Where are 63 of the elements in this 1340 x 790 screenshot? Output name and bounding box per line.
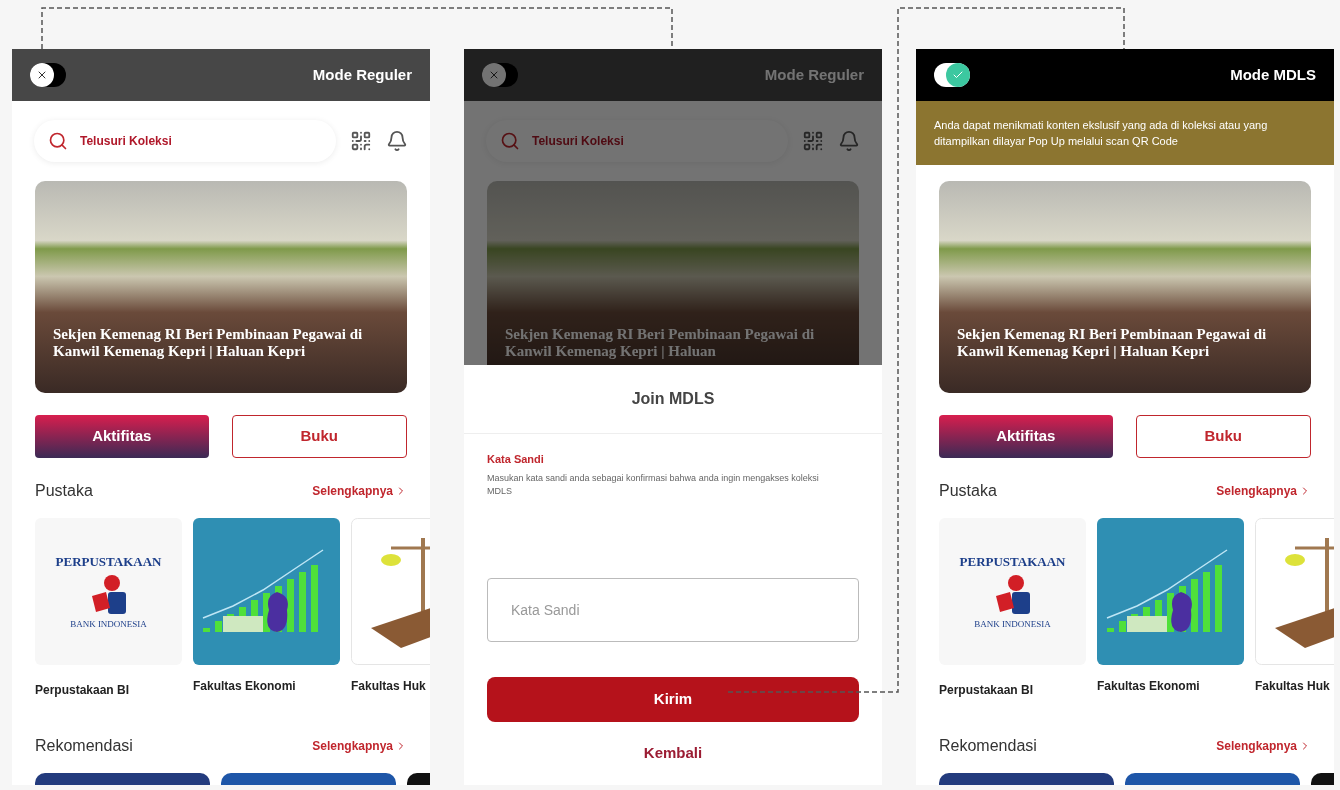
field-label: Kata Sandi: [487, 452, 545, 467]
mode-switch[interactable]: [30, 63, 66, 87]
notice-banner: Anda dapat menikmati konten ekslusif yang ada di koleksi atau yang ditampilkan dilayar Pop Up melalui scan QR Code: [916, 101, 1334, 165]
qr-code-icon[interactable]: [350, 130, 372, 152]
search-field[interactable]: Telusuri Koleksi: [34, 120, 336, 162]
bar-shape: [311, 565, 318, 632]
photo-placeholder[interactable]: Sekjen Kemenag RI Beri Pembinaan Pegawai di Kanwil Kemenag Kepri | Haluan: [487, 181, 859, 365]
library-label[interactable]: Perpustakaan BI: [939, 681, 1086, 699]
see-more-link[interactable]: Selengkapnya: [1216, 737, 1311, 755]
bar-shape: [1191, 579, 1198, 632]
close-icon: [36, 69, 48, 81]
mode-label: Mode Reguler: [764, 64, 864, 85]
library-label[interactable]: Fakultas Huk: [351, 677, 430, 695]
bar-shape: [1107, 628, 1114, 632]
news-title: Sekjen Kemenag RI Beri Pembinaan Pegawai di Kanwil Kemenag Kepri | Haluan Kepri: [53, 326, 363, 360]
see-more-link[interactable]: Selengkapnya: [312, 482, 407, 500]
category-tab[interactable]: Buku: [1135, 415, 1311, 458]
password-field[interactable]: Kata Sandi: [487, 577, 859, 642]
qr-code-icon[interactable]: [802, 130, 824, 152]
library-label[interactable]: Perpustakaan BI: [35, 681, 182, 699]
section-title: Pustaka: [939, 481, 997, 501]
photo-placeholder[interactable]: Sekjen Kemenag RI Beri Pembinaan Pegawai di Kanwil Kemenag Kepri | Haluan Kepri: [939, 181, 1311, 393]
library-logo: PERPUSTAKAAN BANK INDONESIA: [35, 518, 182, 665]
see-more-link[interactable]: Selengkapnya: [312, 737, 407, 755]
bar-shape: [215, 621, 222, 632]
news-title: Sekjen Kemenag RI Beri Pembinaan Pegawai di Kanwil Kemenag Kepri | Haluan Kepri: [957, 326, 1267, 360]
section-title: Rekomendasi: [35, 736, 133, 756]
photo-placeholder[interactable]: Sekjen Kemenag RI Beri Pembinaan Pegawai di Kanwil Kemenag Kepri | Haluan Kepri: [35, 181, 407, 393]
news-title: Sekjen Kemenag RI Beri Pembinaan Pegawai di Kanwil Kemenag Kepri | Haluan: [505, 326, 815, 360]
library-label[interactable]: Fakultas Ekonomi: [1097, 677, 1244, 695]
submit-button[interactable]: Kirim: [487, 676, 859, 722]
bar-shape: [1203, 572, 1210, 632]
library-label[interactable]: Fakultas Ekonomi: [193, 677, 340, 695]
section-title: Pustaka: [35, 481, 93, 501]
bar-shape: [287, 579, 294, 632]
money-bag-icon: [1171, 592, 1192, 632]
field-hint: Masukan kata sandi anda sebagai konfirmasi bahwa anda ingin mengakses koleksi MDLS: [487, 471, 820, 498]
search-icon: [500, 131, 520, 151]
check-icon: [952, 69, 964, 81]
back-button[interactable]: Kembali: [487, 735, 859, 772]
dialog-title: Join MDLS: [631, 389, 715, 409]
bar-shape: [1215, 565, 1222, 632]
cash-stack-icon: [1127, 616, 1167, 632]
category-tab[interactable]: Aktifitas: [35, 415, 209, 458]
bell-icon[interactable]: [386, 130, 408, 152]
category-tab[interactable]: Buku: [231, 415, 407, 458]
bar-shape: [203, 628, 210, 632]
mode-switch[interactable]: [482, 63, 518, 87]
search-icon: [48, 131, 68, 151]
mode-label: Mode MDLS: [1230, 64, 1316, 85]
mode-switch[interactable]: [934, 63, 970, 87]
mode-label: Mode Reguler: [312, 64, 412, 85]
library-label[interactable]: Fakultas Huk: [1255, 677, 1334, 695]
bar-shape: [299, 572, 306, 632]
category-tab[interactable]: Aktifitas: [939, 415, 1113, 458]
section-title: Rekomendasi: [939, 736, 1037, 756]
cash-stack-icon: [223, 616, 263, 632]
bar-shape: [1119, 621, 1126, 632]
close-icon: [488, 69, 500, 81]
bell-icon[interactable]: [838, 130, 860, 152]
money-bag-icon: [267, 592, 288, 632]
see-more-link[interactable]: Selengkapnya: [1216, 482, 1311, 500]
library-logo: PERPUSTAKAAN BANK INDONESIA: [939, 518, 1086, 665]
